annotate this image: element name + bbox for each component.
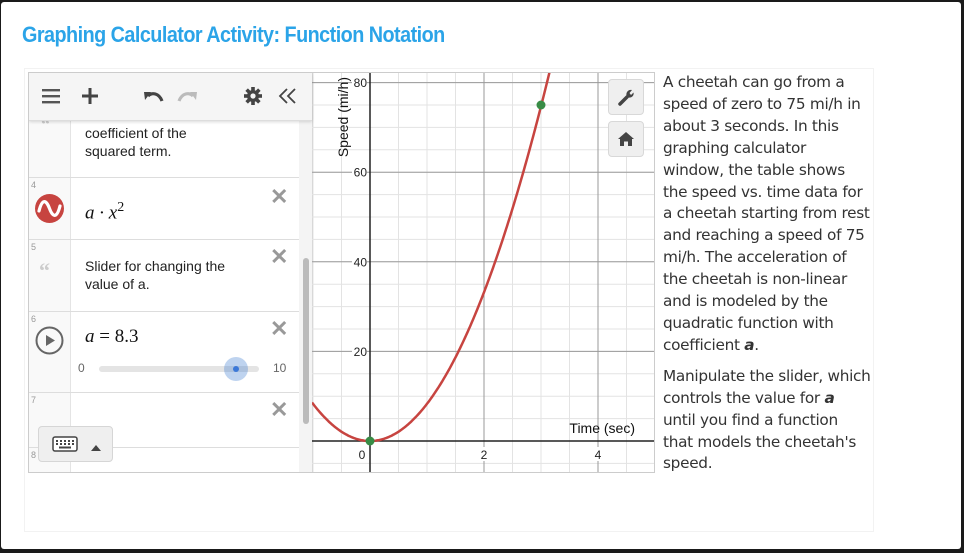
expression-exponent: 2 xyxy=(117,200,125,215)
row-number: 7 xyxy=(31,395,37,405)
slider-equals: = xyxy=(99,326,110,347)
y-tick-label: 60 xyxy=(354,166,368,180)
row-number: 8 xyxy=(31,450,37,460)
row-number: 5 xyxy=(31,242,37,252)
expression-scrollbar[interactable] xyxy=(303,258,309,424)
collapse-list-button[interactable] xyxy=(277,83,299,109)
graph-canvas[interactable]: 0 2 4 20 40 60 80 Time (sec) Speed (mi/h) xyxy=(255,73,654,472)
tick-labels: 0 2 4 20 40 60 80 xyxy=(352,75,604,462)
play-slider-icon[interactable] xyxy=(35,326,64,360)
expression-row-5[interactable]: 5 “ Slider for changing the value of a. … xyxy=(29,240,299,312)
graph-paper[interactable]: 0 2 4 20 40 60 80 Time (sec) Speed (mi/h) xyxy=(255,73,654,472)
x-tick-label: 0 xyxy=(359,448,366,462)
zoom-home-button[interactable] xyxy=(608,121,644,157)
x-tick-label: 2 xyxy=(481,448,488,462)
desc-variable: a xyxy=(824,388,835,407)
home-icon xyxy=(618,132,634,146)
settings-button[interactable] xyxy=(243,83,263,109)
graphing-calculator: “ coefficient of the squared term. 4 a ·… xyxy=(28,72,655,473)
description-paragraph-2: Manipulate the slider, which controls th… xyxy=(663,366,871,476)
delete-expression-icon[interactable]: ✕ xyxy=(270,184,288,210)
desc-text: until you find a function that models th… xyxy=(663,410,857,473)
plus-icon xyxy=(82,88,98,104)
slider-handle-dot[interactable] xyxy=(232,366,239,372)
expression-base: a · x xyxy=(85,202,118,224)
x-tick-label: 4 xyxy=(595,448,602,462)
expression-row-note-1[interactable]: “ coefficient of the squared term. xyxy=(29,114,299,178)
activity-description: A cheetah can go from a speed of zero to… xyxy=(663,72,871,484)
expression-toolbar xyxy=(29,73,312,121)
wrench-icon xyxy=(618,89,634,106)
data-point xyxy=(365,436,375,446)
slider-max-label: 10 xyxy=(273,361,287,375)
graph-wave-icon[interactable] xyxy=(35,194,64,228)
gear-icon xyxy=(244,87,262,105)
double-chevron-left-icon xyxy=(278,88,296,104)
axes xyxy=(312,73,654,472)
expression-row-6[interactable]: 6 a = 8.3 ✕ xyxy=(29,312,299,393)
expression-row-4[interactable]: 4 a · x2 ✕ xyxy=(29,178,299,240)
note-text[interactable]: coefficient of the squared term. xyxy=(85,124,187,160)
caret-up-icon xyxy=(90,439,102,457)
keyboard-toggle-button[interactable] xyxy=(38,426,113,462)
slider-min-label: 0 xyxy=(78,361,85,375)
slider-value: 8.3 xyxy=(114,326,139,347)
redo-button[interactable] xyxy=(177,83,199,109)
y-tick-label: 80 xyxy=(354,76,368,90)
note-line-1: coefficient of the xyxy=(85,125,187,141)
y-tick-label: 40 xyxy=(354,255,368,269)
note-line-2: squared term. xyxy=(85,143,172,159)
note-text[interactable]: Slider for changing the value of a. xyxy=(85,257,225,293)
description-paragraph-1: A cheetah can go from a speed of zero to… xyxy=(663,72,871,357)
delete-expression-icon[interactable]: ✕ xyxy=(270,397,288,423)
expression-math[interactable]: a · x2 xyxy=(85,200,124,224)
graph-settings-button[interactable] xyxy=(608,79,644,115)
data-point xyxy=(536,100,546,110)
x-axis-title: Time (sec) xyxy=(569,420,635,436)
major-grid xyxy=(255,73,654,472)
delete-expression-icon[interactable]: ✕ xyxy=(270,244,288,270)
undo-icon xyxy=(144,92,164,102)
y-tick-label: 20 xyxy=(354,345,368,359)
note-line-2: value of a. xyxy=(85,276,150,292)
slider-variable: a xyxy=(85,326,95,347)
desc-text: Manipulate the slider, which controls th… xyxy=(663,366,871,407)
desc-text: . xyxy=(754,335,759,354)
page-title: Graphing Calculator Activity: Function N… xyxy=(22,22,445,47)
expression-list: “ coefficient of the squared term. 4 a ·… xyxy=(29,73,313,472)
row-number: 4 xyxy=(31,180,37,190)
minor-grid xyxy=(312,73,654,472)
redo-icon xyxy=(177,92,197,102)
add-item-button[interactable] xyxy=(80,83,100,109)
delete-expression-icon[interactable]: ✕ xyxy=(270,316,288,342)
desc-text: A cheetah can go from a speed of zero to… xyxy=(663,73,870,354)
note-quote-icon: “ xyxy=(39,258,50,283)
slider-expression[interactable]: a = 8.3 xyxy=(85,326,138,348)
y-axis-title: Speed (mi/h) xyxy=(335,77,351,157)
undo-button[interactable] xyxy=(142,83,164,109)
note-line-1: Slider for changing the xyxy=(85,258,226,274)
desc-variable: a xyxy=(744,335,755,354)
keyboard-icon xyxy=(52,436,78,457)
hamburger-menu-icon[interactable] xyxy=(41,83,61,109)
row-number: 6 xyxy=(31,314,37,324)
